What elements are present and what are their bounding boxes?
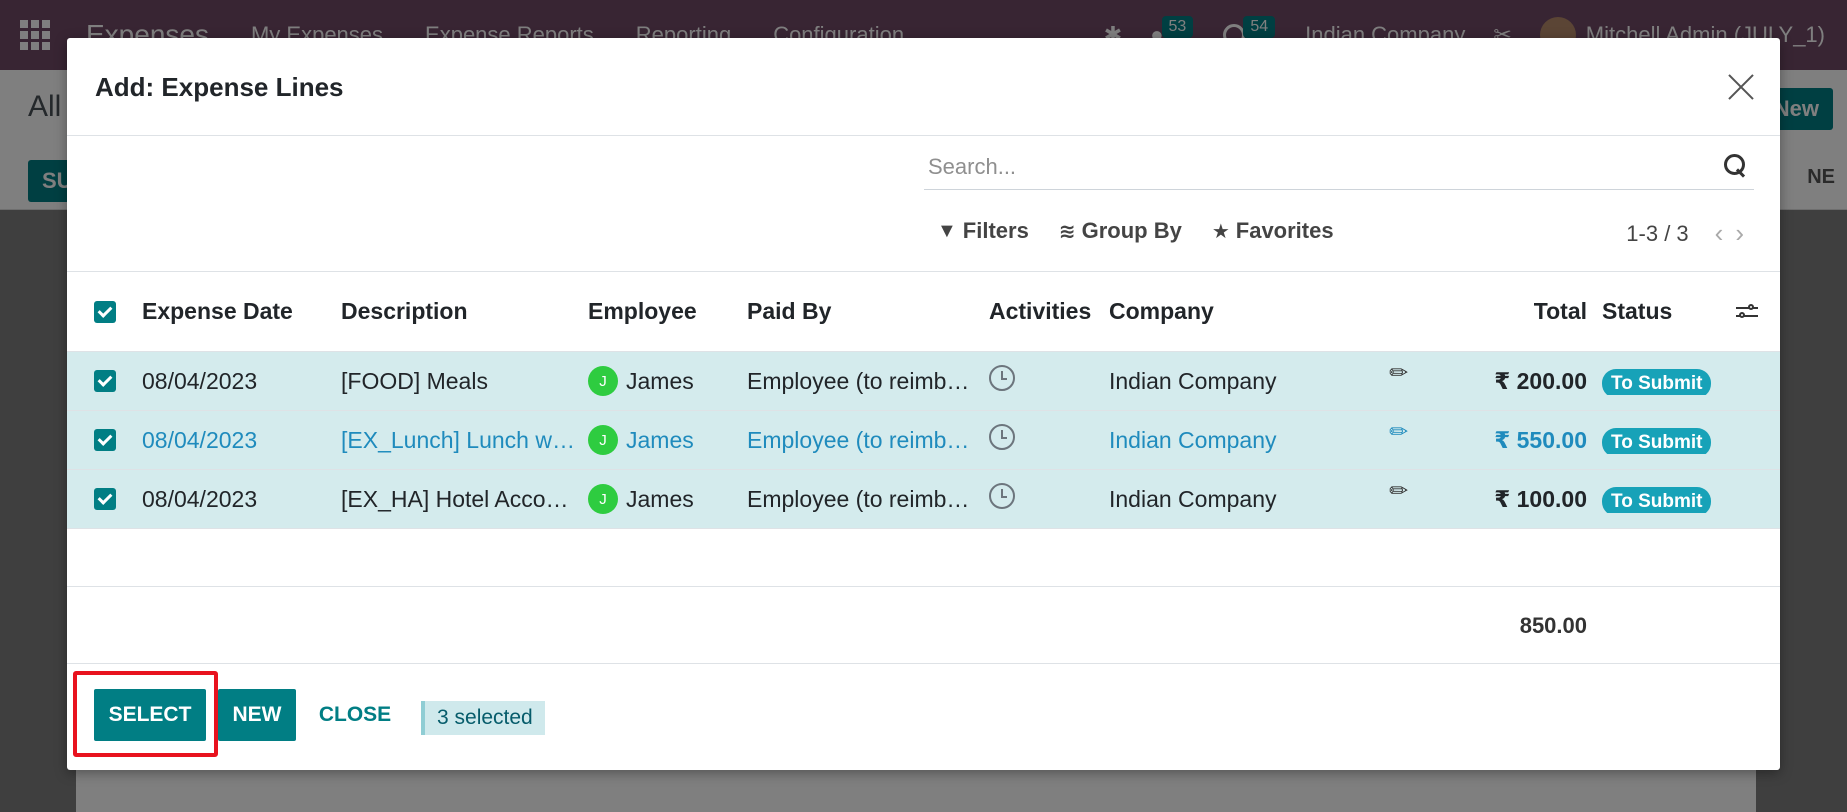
row-activities bbox=[989, 424, 1099, 456]
row-checkbox[interactable] bbox=[94, 370, 116, 392]
row-total: ₹ 100.00 bbox=[1494, 485, 1587, 512]
row-activities bbox=[989, 365, 1099, 397]
col-company[interactable]: Company bbox=[1109, 298, 1359, 325]
grand-total: 850.00 bbox=[1519, 613, 1587, 638]
row-date: 08/04/2023 bbox=[142, 426, 258, 453]
selected-count-badge: 3 selected bbox=[421, 701, 545, 735]
row-company: Indian Company bbox=[1109, 426, 1277, 453]
pager: 1-3 / 3 ‹ › bbox=[1626, 218, 1744, 249]
table-footer: 850.00 bbox=[67, 587, 1780, 665]
col-paid-by[interactable]: Paid By bbox=[747, 298, 977, 325]
row-company: Indian Company bbox=[1109, 367, 1277, 394]
table-header: Expense Date Description Employee Paid B… bbox=[67, 272, 1780, 352]
row-description: [EX_Lunch] Lunch with customer bbox=[341, 426, 576, 453]
col-description[interactable]: Description bbox=[341, 298, 576, 325]
search-options: ▼ Filters ≋ Group By ★ Favorites bbox=[937, 218, 1334, 244]
select-all-checkbox[interactable] bbox=[94, 300, 116, 323]
status-badge: To Submit bbox=[1602, 427, 1712, 454]
employee-avatar: J bbox=[588, 425, 618, 455]
table-row[interactable]: 08/04/2023 [EX_HA] Hotel Accommodation J… bbox=[67, 470, 1780, 529]
col-status[interactable]: Status bbox=[1602, 298, 1672, 325]
employee-name: James bbox=[626, 426, 694, 453]
star-icon: ★ bbox=[1211, 220, 1230, 243]
row-employee: J James bbox=[588, 484, 738, 514]
row-checkbox[interactable] bbox=[94, 488, 116, 510]
groupby-dropdown[interactable]: ≋ Group By bbox=[1059, 218, 1182, 244]
row-status: To Submit bbox=[1602, 486, 1712, 513]
modal-footer: SELECT NEW CLOSE 3 selected bbox=[67, 663, 1780, 770]
row-employee: J James bbox=[588, 425, 738, 455]
row-paid-by: Employee (to reimburse) bbox=[747, 426, 977, 453]
filters-label: Filters bbox=[962, 218, 1029, 243]
paperclip-icon: ✎ bbox=[1383, 357, 1415, 389]
row-employee: J James bbox=[588, 366, 738, 396]
layers-icon: ≋ bbox=[1058, 220, 1076, 243]
close-icon[interactable] bbox=[1726, 72, 1756, 102]
row-total: ₹ 550.00 bbox=[1494, 426, 1587, 453]
col-employee[interactable]: Employee bbox=[588, 298, 738, 325]
employee-name: James bbox=[626, 367, 694, 394]
filter-icon: ▼ bbox=[937, 219, 957, 242]
chevron-left-icon[interactable]: ‹ bbox=[1715, 218, 1724, 249]
close-button[interactable]: CLOSE bbox=[310, 689, 400, 741]
search-icon[interactable] bbox=[1724, 154, 1748, 178]
col-expense-date[interactable]: Expense Date bbox=[142, 298, 322, 325]
activity-clock-icon[interactable] bbox=[989, 365, 1015, 391]
row-activities bbox=[989, 483, 1099, 515]
row-total: ₹ 200.00 bbox=[1494, 367, 1587, 394]
column-settings-icon[interactable] bbox=[1736, 303, 1758, 321]
search-input[interactable] bbox=[924, 146, 1704, 188]
status-badge: To Submit bbox=[1602, 368, 1712, 395]
row-description: [EX_HA] Hotel Accommodation bbox=[341, 485, 576, 512]
activity-clock-icon[interactable] bbox=[989, 424, 1015, 450]
chevron-right-icon[interactable]: › bbox=[1735, 218, 1744, 249]
filters-dropdown[interactable]: ▼ Filters bbox=[937, 218, 1029, 244]
employee-name: James bbox=[626, 485, 694, 512]
modal-header: Add: Expense Lines bbox=[67, 38, 1780, 136]
search-bar bbox=[924, 146, 1754, 190]
favorites-dropdown[interactable]: ★ Favorites bbox=[1212, 218, 1334, 244]
favorites-label: Favorites bbox=[1235, 218, 1334, 243]
select-button[interactable]: SELECT bbox=[94, 689, 206, 741]
status-badge: To Submit bbox=[1602, 486, 1712, 513]
row-date: 08/04/2023 bbox=[142, 367, 258, 394]
row-checkbox[interactable] bbox=[94, 429, 116, 451]
row-date: 08/04/2023 bbox=[142, 485, 258, 512]
modal-title: Add: Expense Lines bbox=[95, 72, 344, 102]
expense-lines-table: Expense Date Description Employee Paid B… bbox=[67, 271, 1780, 665]
paperclip-icon: ✎ bbox=[1383, 416, 1415, 448]
employee-avatar: J bbox=[588, 484, 618, 514]
activity-clock-icon[interactable] bbox=[989, 483, 1015, 509]
row-paid-by: Employee (to reimburse) bbox=[747, 485, 977, 512]
col-activities[interactable]: Activities bbox=[989, 298, 1099, 325]
pager-value[interactable]: 1-3 / 3 bbox=[1626, 221, 1688, 247]
groupby-label: Group By bbox=[1081, 218, 1182, 243]
paperclip-icon: ✎ bbox=[1383, 475, 1415, 507]
row-status: To Submit bbox=[1602, 427, 1712, 454]
row-company: Indian Company bbox=[1109, 485, 1277, 512]
table-row[interactable]: 08/04/2023 [EX_Lunch] Lunch with custome… bbox=[67, 411, 1780, 470]
new-button[interactable]: NEW bbox=[218, 689, 296, 741]
col-total[interactable]: Total bbox=[1447, 298, 1587, 325]
row-description: [FOOD] Meals bbox=[341, 367, 488, 394]
row-paid-by: Employee (to reimburse) bbox=[747, 367, 977, 394]
table-row[interactable]: 08/04/2023 [FOOD] Meals J James Employee… bbox=[67, 352, 1780, 411]
add-expense-lines-dialog: Add: Expense Lines ▼ Filters ≋ Group By … bbox=[67, 38, 1780, 770]
table-empty-row bbox=[67, 529, 1780, 587]
row-status: To Submit bbox=[1602, 368, 1712, 395]
employee-avatar: J bbox=[588, 366, 618, 396]
